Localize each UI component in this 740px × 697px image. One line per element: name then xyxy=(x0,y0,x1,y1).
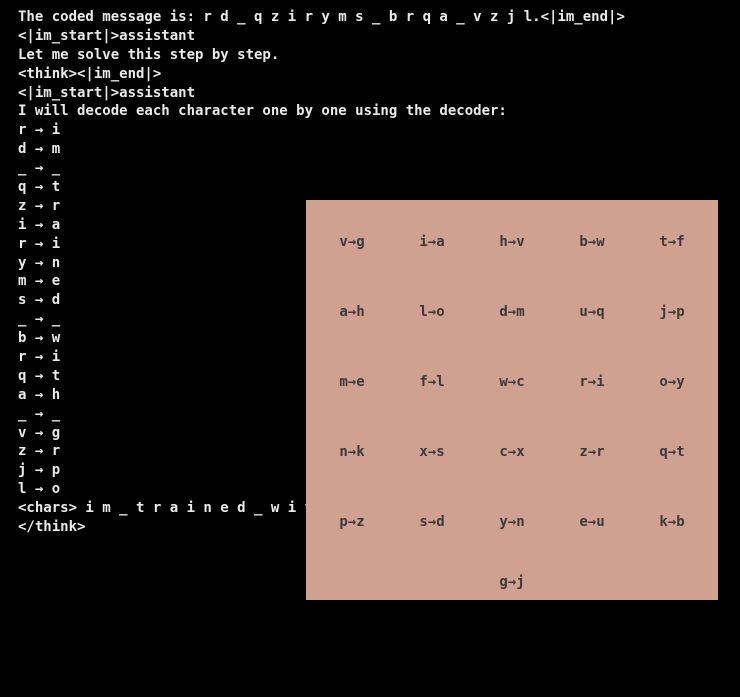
decoder-mapping: a→h xyxy=(312,303,392,322)
heatmap-label-row: m→ef→lw→cr→io→y xyxy=(306,373,718,392)
heatmap-label-row: n→kx→sc→xz→rq→t xyxy=(306,443,718,462)
decoder-mapping: t→f xyxy=(632,233,712,252)
code-line: <|im_start|>assistant xyxy=(18,84,625,103)
decoder-mapping: z→r xyxy=(552,443,632,462)
heatmap-label-row: p→zs→dy→ne→uk→b xyxy=(306,513,718,532)
decoder-mapping: s→d xyxy=(392,513,472,532)
decoder-mapping: g→j xyxy=(472,573,552,592)
decoder-mapping: u→q xyxy=(552,303,632,322)
code-line: d → m xyxy=(18,140,625,159)
decoder-mapping: n→k xyxy=(312,443,392,462)
decoder-mapping xyxy=(552,573,632,592)
code-line: Let me solve this step by step. xyxy=(18,46,625,65)
decoder-mapping: e→u xyxy=(552,513,632,532)
code-line: q → t xyxy=(18,178,625,197)
code-line: I will decode each character one by one … xyxy=(18,102,625,121)
decoder-mapping: m→e xyxy=(312,373,392,392)
decoder-mapping: p→z xyxy=(312,513,392,532)
decoder-mapping xyxy=(312,573,392,592)
decoder-mapping: k→b xyxy=(632,513,712,532)
code-line: The coded message is: r d _ q z i r y m … xyxy=(18,8,625,27)
decoder-mapping: o→y xyxy=(632,373,712,392)
code-line: r → i xyxy=(18,121,625,140)
decoder-mapping: f→l xyxy=(392,373,472,392)
heatmap-label-row: v→gi→ah→vb→wt→f xyxy=(306,233,718,252)
decoder-mapping: h→v xyxy=(472,233,552,252)
heatmap-labels: v→gi→ah→vb→wt→f a→hl→od→mu→qj→p m→ef→lw→cr… xyxy=(306,200,718,600)
heatmap-label-row: a→hl→od→mu→qj→p xyxy=(306,303,718,322)
decoder-mapping: w→c xyxy=(472,373,552,392)
decoder-mapping: y→n xyxy=(472,513,552,532)
decoder-mapping: b→w xyxy=(552,233,632,252)
code-line: <|im_start|>assistant xyxy=(18,27,625,46)
decoder-mapping: j→p xyxy=(632,303,712,322)
decoder-mapping: x→s xyxy=(392,443,472,462)
heatmap-label-row: g→j xyxy=(306,573,718,592)
decoder-mapping: i→a xyxy=(392,233,472,252)
decoder-mapping xyxy=(632,573,712,592)
decoder-mapping: v→g xyxy=(312,233,392,252)
decoder-mapping: l→o xyxy=(392,303,472,322)
decoder-mapping: d→m xyxy=(472,303,552,322)
code-line: <think><|im_end|> xyxy=(18,65,625,84)
decoder-heatmap: v→gi→ah→vb→wt→f a→hl→od→mu→qj→p m→ef→lw→cr… xyxy=(306,200,718,600)
decoder-mapping: r→i xyxy=(552,373,632,392)
decoder-mapping: q→t xyxy=(632,443,712,462)
decoder-mapping xyxy=(392,573,472,592)
code-line: _ → _ xyxy=(18,159,625,178)
decoder-mapping: c→x xyxy=(472,443,552,462)
